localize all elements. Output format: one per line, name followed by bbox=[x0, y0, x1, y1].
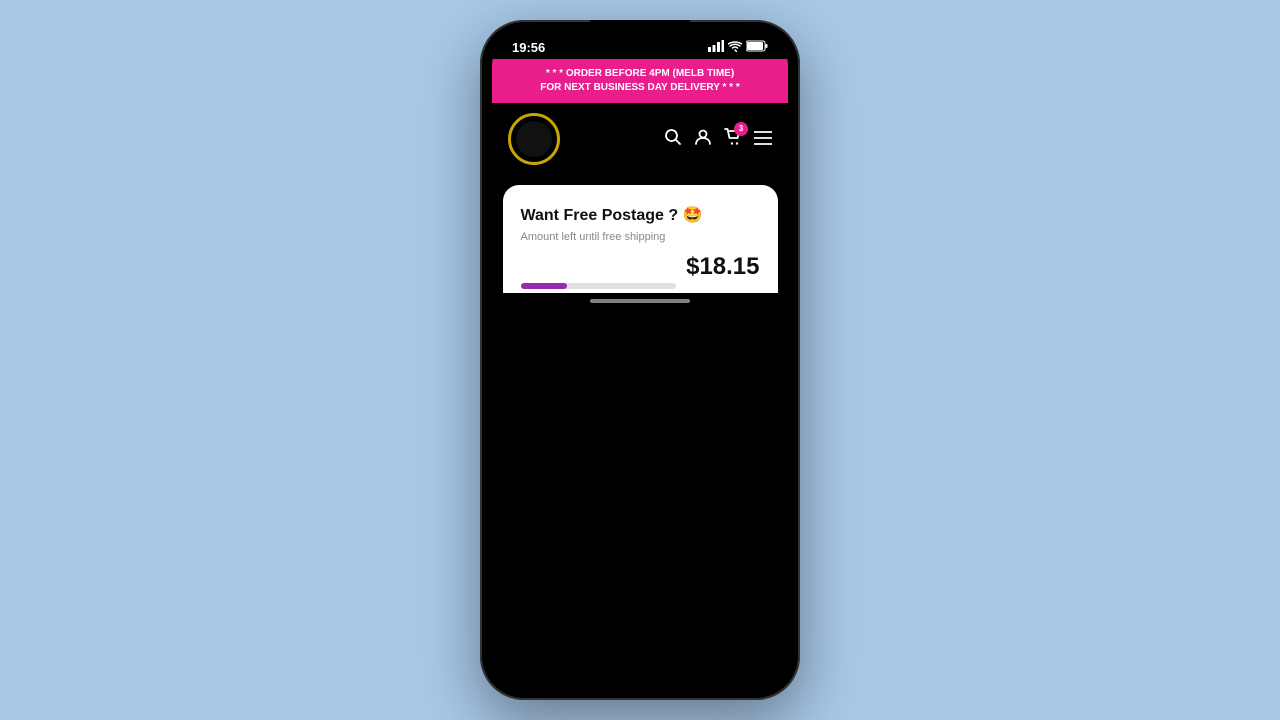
popup-subtitle: Amount left until free shipping bbox=[521, 231, 760, 243]
popup-title: Want Free Postage ? 🤩 bbox=[521, 205, 760, 225]
menu-icon[interactable] bbox=[754, 129, 772, 150]
cart-icon[interactable]: 3 bbox=[724, 128, 742, 151]
logo[interactable] bbox=[508, 113, 560, 165]
popup-overlay: Want Free Postage ? 🤩 Amount left until … bbox=[492, 175, 788, 293]
content-area: (x3) Curl: C Edit Subtotal $56.85 Shippi… bbox=[492, 175, 788, 293]
popup-amount: $18.15 bbox=[686, 253, 759, 281]
phone-frame: 19:56 bbox=[480, 20, 800, 700]
home-indicator bbox=[590, 299, 690, 303]
promo-line1: * * * ORDER BEFORE 4PM (MELB TIME) bbox=[504, 67, 776, 81]
signal-icon bbox=[708, 40, 724, 55]
wifi-icon bbox=[728, 41, 742, 55]
progress-bar-container bbox=[521, 283, 677, 289]
progress-bar-fill bbox=[521, 283, 568, 289]
bottom-bar bbox=[492, 293, 788, 313]
status-icons bbox=[708, 40, 768, 55]
status-time: 19:56 bbox=[512, 40, 545, 55]
character-image bbox=[686, 291, 759, 293]
header-icons: 3 bbox=[664, 128, 772, 151]
popup-card: Want Free Postage ? 🤩 Amount left until … bbox=[503, 185, 778, 293]
promo-line2: FOR NEXT BUSINESS DAY DELIVERY * * * bbox=[504, 81, 776, 95]
cart-badge: 3 bbox=[734, 122, 748, 136]
logo-inner bbox=[516, 121, 552, 157]
promo-banner: * * * ORDER BEFORE 4PM (MELB TIME) FOR N… bbox=[492, 59, 788, 103]
user-icon[interactable] bbox=[694, 128, 712, 151]
battery-icon bbox=[746, 40, 768, 55]
header: 3 bbox=[492, 103, 788, 175]
notch bbox=[590, 20, 690, 42]
search-icon[interactable] bbox=[664, 128, 682, 151]
